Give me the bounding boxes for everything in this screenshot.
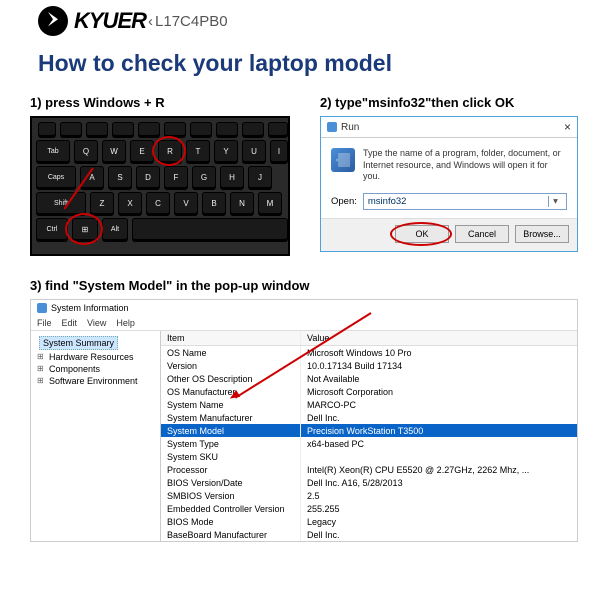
model-number: L17C4PB0 [148,13,228,30]
table-row[interactable]: Other OS DescriptionNot Available [161,372,577,385]
caps-key: Caps [36,166,76,188]
w-key: W [102,140,126,162]
logo-icon [38,6,68,36]
table-row[interactable]: BaseBoard ManufacturerDell Inc. [161,528,577,541]
menu-bar: File Edit View Help [31,316,577,331]
ctrl-key: Ctrl [36,218,68,240]
keyboard-image: Tab Q W E R T Y U I Caps A S D F G H J [30,116,290,256]
windows-key-highlight [65,213,103,245]
table-row[interactable]: ProcessorIntel(R) Xeon(R) CPU E5520 @ 2.… [161,463,577,476]
shift-key: Shift [36,192,86,214]
cancel-button[interactable]: Cancel [455,225,509,243]
table-row[interactable]: Version10.0.17134 Build 17134 [161,359,577,372]
step-2-label: 2) type"msinfo32"then click OK [320,95,580,110]
run-dialog: Run × Type the name of a program, folder… [320,116,578,252]
step-3-label: 3) find "System Model" in the pop-up win… [30,278,580,293]
page-title: How to check your laptop model [0,36,610,95]
e-key: E [130,140,154,162]
sysinfo-title: System Information [51,303,129,313]
y-key: Y [214,140,238,162]
menu-view[interactable]: View [87,318,106,328]
tree-components[interactable]: Components [35,363,156,375]
brand-header: KYUER L17C4PB0 [0,0,610,36]
r-key-highlight [152,136,186,166]
run-title: Run [341,122,359,133]
alt-key: Alt [102,218,128,240]
step-1: 1) press Windows + R Tab Q W E R T Y U I… [30,95,290,256]
col-item: Item [161,331,301,345]
close-icon[interactable]: × [564,120,571,134]
t-key: T [186,140,210,162]
nav-tree: System Summary Hardware Resources Compon… [31,331,161,541]
table-row[interactable]: SMBIOS Version2.5 [161,489,577,502]
run-app-icon [331,148,355,172]
q-key: Q [74,140,98,162]
menu-file[interactable]: File [37,318,52,328]
info-table: Item Value OS NameMicrosoft Windows 10 P… [161,331,577,541]
step-1-label: 1) press Windows + R [30,95,290,110]
tree-hardware[interactable]: Hardware Resources [35,351,156,363]
table-row[interactable]: System ManufacturerDell Inc. [161,411,577,424]
system-information-window: System Information File Edit View Help S… [30,299,578,542]
u-key: U [242,140,266,162]
sysinfo-icon [37,303,47,313]
table-row[interactable]: Embedded Controller Version255.255 [161,502,577,515]
table-row[interactable]: OS NameMicrosoft Windows 10 Pro [161,346,577,359]
table-row[interactable]: BIOS Version/DateDell Inc. A16, 5/28/201… [161,476,577,489]
i-key: I [270,140,288,162]
step-2: 2) type"msinfo32"then click OK Run × Typ… [320,95,580,256]
run-description: Type the name of a program, folder, docu… [363,148,567,183]
step-3: 3) find "System Model" in the pop-up win… [0,256,610,542]
browse-button[interactable]: Browse... [515,225,569,243]
table-row[interactable]: BIOS ModeLegacy [161,515,577,528]
col-value: Value [301,331,577,345]
tree-software[interactable]: Software Environment [35,375,156,387]
table-row[interactable]: System ModelPrecision WorkStation T3500 [161,424,577,437]
dropdown-icon[interactable]: ▾ [548,196,562,207]
space-key [132,218,288,240]
tab-key: Tab [36,140,70,162]
brand-name: KYUER [74,8,146,34]
table-row[interactable]: System Typex64-based PC [161,437,577,450]
open-label: Open: [331,196,357,207]
ok-button[interactable]: OK [395,225,449,243]
run-icon-small [327,122,337,132]
open-input[interactable]: msinfo32 ▾ [363,193,567,210]
tree-system-summary[interactable]: System Summary [39,336,118,350]
table-row[interactable]: System NameMARCO-PC [161,398,577,411]
menu-edit[interactable]: Edit [62,318,78,328]
menu-help[interactable]: Help [116,318,135,328]
table-row[interactable]: OS ManufacturerMicrosoft Corporation [161,385,577,398]
table-row[interactable]: System SKU [161,450,577,463]
